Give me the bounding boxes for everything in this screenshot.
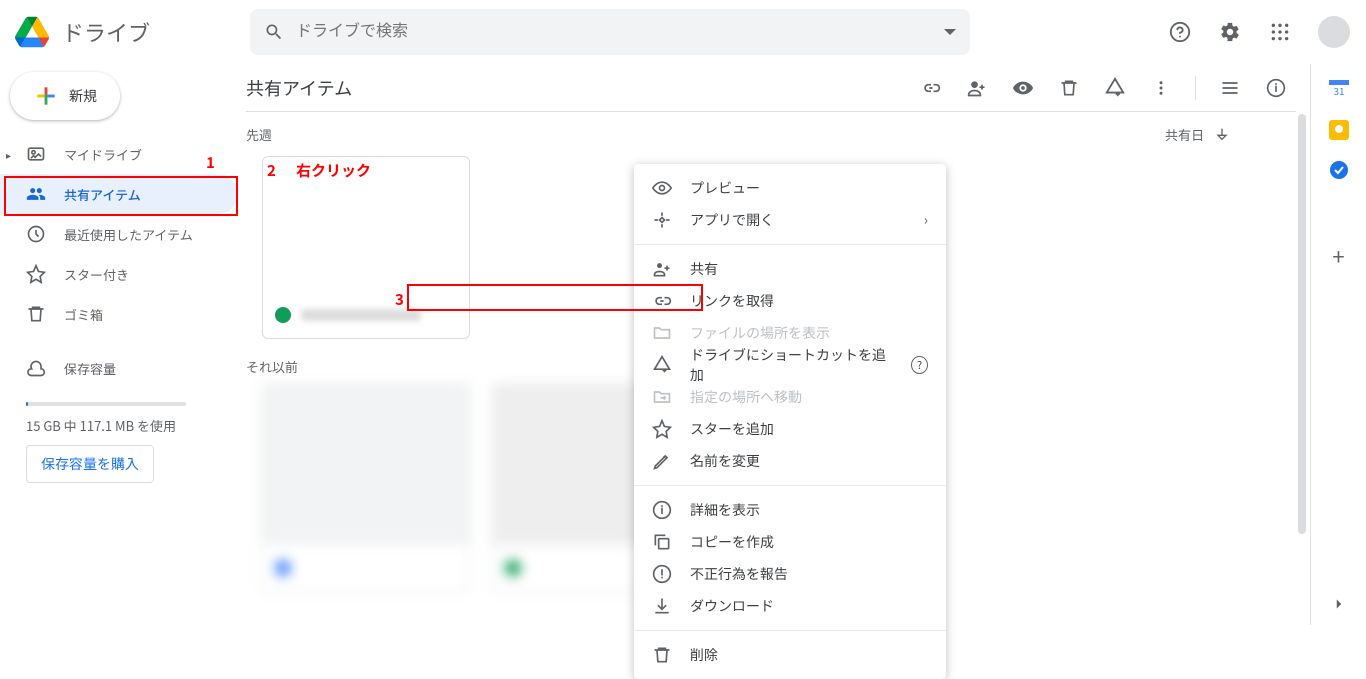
storage-bar — [26, 402, 186, 406]
open-with-icon — [652, 210, 672, 230]
drive-logo-icon — [12, 12, 52, 52]
ctx-makecopy[interactable]: コピーを作成 — [634, 526, 946, 558]
move-icon — [652, 387, 672, 407]
person-add-icon — [652, 259, 672, 279]
ctx-share[interactable]: 共有 — [634, 253, 946, 285]
link-icon — [652, 291, 672, 311]
separator — [634, 630, 946, 631]
download-icon — [652, 596, 672, 616]
sheets-icon — [275, 307, 291, 323]
brand-title: ドライブ — [62, 16, 150, 48]
search-bar[interactable] — [250, 9, 970, 55]
ctx-delete[interactable]: 削除 — [634, 639, 946, 671]
eye-icon — [652, 178, 672, 198]
sheets-icon — [505, 560, 521, 576]
shared-date-label: 共有日 — [1165, 125, 1204, 144]
share-icon[interactable] — [957, 68, 997, 108]
file-card[interactable] — [262, 384, 470, 592]
drive-shortcut-icon — [652, 355, 672, 375]
search-input[interactable] — [294, 22, 944, 42]
view-details-icon[interactable] — [1256, 68, 1296, 108]
ctx-openwith[interactable]: アプリで開く› — [634, 204, 946, 236]
buy-storage-button[interactable]: 保存容量を購入 — [26, 445, 154, 483]
calendar-app-icon[interactable]: 31 — [1329, 80, 1349, 100]
thumbnail — [263, 157, 469, 292]
storage-text: 15 GB 中 117.1 MB を使用 — [26, 416, 238, 435]
settings-icon[interactable] — [1210, 12, 1250, 52]
star-icon — [652, 419, 672, 439]
sidebar-item-mydrive[interactable]: ▸ マイドライブ — [0, 134, 238, 174]
ctx-add-shortcut[interactable]: ドライブにショートカットを追加? — [634, 349, 946, 381]
hide-rail-icon[interactable] — [1330, 595, 1348, 613]
search-icon[interactable] — [264, 12, 284, 52]
folder-icon — [652, 323, 672, 343]
thumbnail — [263, 385, 469, 545]
sidebar-item-label: ゴミ箱 — [64, 305, 103, 324]
sidebar-item-trash[interactable]: ゴミ箱 — [0, 294, 238, 334]
trash-icon — [652, 645, 672, 665]
help-icon[interactable]: ? — [911, 356, 928, 374]
ctx-moveto: 指定の場所へ移動 — [634, 381, 946, 413]
preview-icon[interactable] — [1003, 68, 1043, 108]
docs-icon — [275, 560, 291, 576]
tasks-app-icon[interactable] — [1329, 160, 1349, 180]
sidebar-item-label: 最近使用したアイテム — [64, 225, 193, 244]
sidebar-item-starred[interactable]: スター付き — [0, 254, 238, 294]
separator — [1195, 76, 1196, 100]
separator — [634, 485, 946, 486]
side-rail: 31 + — [1310, 64, 1366, 625]
get-link-icon[interactable] — [911, 68, 951, 108]
copy-icon — [652, 532, 672, 552]
sidebar-item-label: 保存容量 — [64, 359, 116, 378]
add-app-icon[interactable]: + — [1332, 240, 1344, 272]
keep-app-icon[interactable] — [1329, 120, 1349, 140]
sidebar-item-shared[interactable]: 共有アイテム — [0, 174, 238, 214]
ctx-details[interactable]: 詳細を表示 — [634, 494, 946, 526]
info-icon — [652, 500, 672, 520]
warning-icon — [652, 564, 672, 584]
ctx-report[interactable]: 不正行為を報告 — [634, 558, 946, 590]
new-button[interactable]: 新規 — [10, 72, 120, 120]
sidebar-item-storage[interactable]: 保存容量 — [0, 348, 238, 388]
page-title: 共有アイテム — [246, 75, 352, 101]
sort-icon[interactable] — [1214, 126, 1230, 142]
section-lastweek: 先週 — [246, 125, 272, 144]
pencil-icon — [652, 451, 672, 471]
svg-text:31: 31 — [1333, 83, 1344, 98]
chevron-right-icon: › — [924, 210, 928, 230]
scrollbar[interactable] — [1298, 114, 1306, 534]
account-avatar[interactable] — [1318, 16, 1350, 48]
sidebar-item-recent[interactable]: 最近使用したアイテム — [0, 214, 238, 254]
plus-icon — [33, 83, 59, 109]
brand[interactable]: ドライブ — [12, 12, 250, 52]
expand-icon[interactable]: ▸ — [6, 147, 11, 162]
ctx-preview[interactable]: プレビュー — [634, 172, 946, 204]
separator — [634, 244, 946, 245]
ctx-rename[interactable]: 名前を変更 — [634, 445, 946, 477]
search-options-icon[interactable] — [944, 26, 956, 38]
remove-icon[interactable] — [1049, 68, 1089, 108]
add-shortcut-icon[interactable] — [1095, 68, 1135, 108]
ctx-addstar[interactable]: スターを追加 — [634, 413, 946, 445]
context-menu: プレビュー アプリで開く› 共有 リンクを取得 ファイルの場所を表示 ドライブに… — [634, 164, 946, 679]
file-name-blurred — [301, 309, 421, 321]
sidebar-item-label: マイドライブ — [64, 145, 142, 164]
more-icon[interactable] — [1141, 68, 1181, 108]
ctx-download[interactable]: ダウンロード — [634, 590, 946, 622]
file-card[interactable] — [262, 156, 470, 339]
support-icon[interactable] — [1160, 12, 1200, 52]
sidebar-item-label: スター付き — [64, 265, 129, 284]
sidebar-item-label: 共有アイテム — [64, 185, 141, 204]
list-view-icon[interactable] — [1210, 68, 1250, 108]
ctx-getlink[interactable]: リンクを取得 — [634, 285, 946, 317]
new-button-label: 新規 — [69, 86, 97, 106]
apps-grid-icon[interactable] — [1260, 12, 1300, 52]
